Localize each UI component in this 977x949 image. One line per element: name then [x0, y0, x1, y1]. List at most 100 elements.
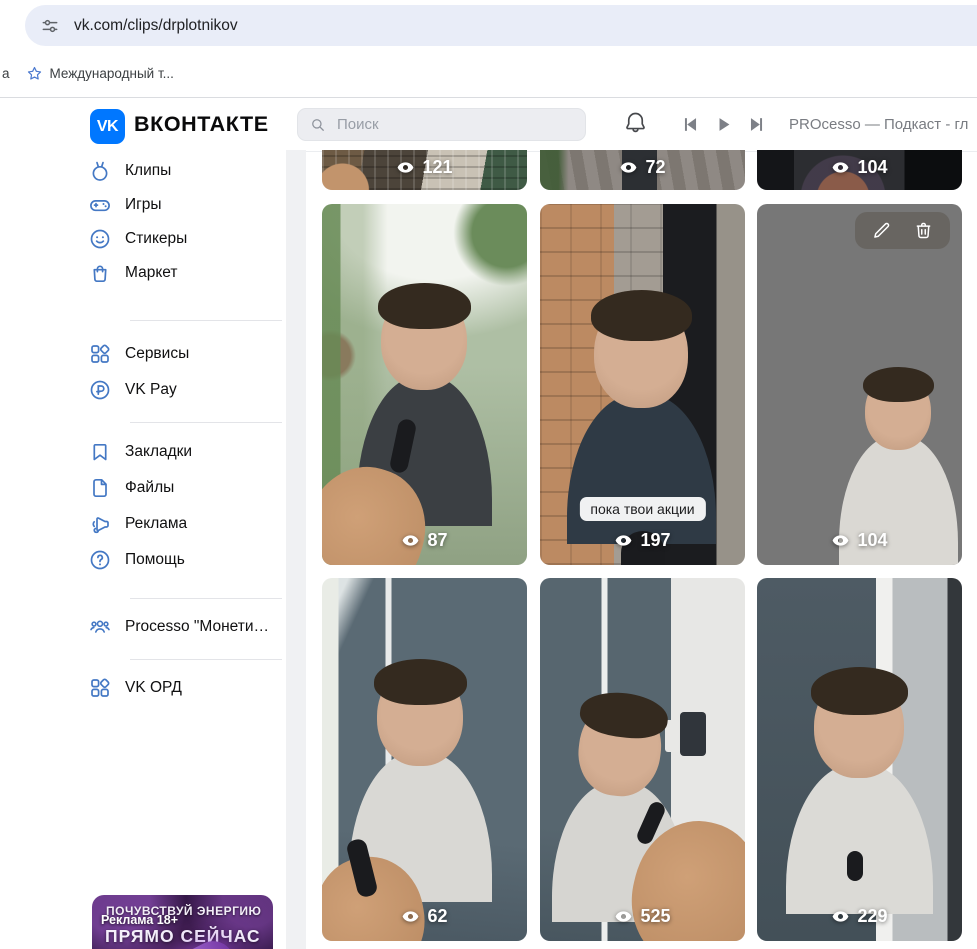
view-count: 87 [322, 530, 527, 551]
market-icon [88, 261, 112, 285]
view-count: 62 [322, 906, 527, 927]
clip-card[interactable]: 104 [757, 150, 962, 190]
stickers-icon [88, 227, 112, 251]
eye-icon [831, 158, 850, 177]
person-head [573, 695, 666, 800]
files-icon [88, 476, 112, 500]
clip-card[interactable]: 229 [757, 578, 962, 941]
browser-address-row: vk.com/clips/drplotnikov [0, 0, 977, 50]
sidebar-divider [130, 320, 282, 321]
sidebar-item-label: Клипы [125, 162, 171, 180]
view-count-value: 62 [427, 906, 447, 927]
sidebar-item-market[interactable]: Маркет [88, 256, 286, 290]
lavalier-mic-graphic [847, 851, 863, 881]
view-count: 104 [757, 530, 962, 551]
vkpay-icon [88, 378, 112, 402]
search-input[interactable] [335, 115, 559, 134]
play-icon[interactable] [714, 115, 733, 134]
community-icon [88, 615, 112, 639]
search-field[interactable] [297, 108, 586, 141]
sidebar-divider [130, 659, 282, 660]
sidebar-item-label: Игры [125, 196, 162, 214]
now-playing-title[interactable]: PROcesso — Подкаст - гл [789, 116, 968, 133]
sidebar-item-label: Реклама [125, 515, 187, 533]
clip-card[interactable]: 87 [322, 204, 527, 565]
sidebar-divider [130, 598, 282, 599]
ads-icon [88, 512, 112, 536]
view-count-value: 229 [857, 906, 887, 927]
view-count: 72 [540, 157, 745, 178]
view-count-value: 104 [857, 157, 887, 178]
person-head [377, 666, 463, 766]
view-count-value: 72 [645, 157, 665, 178]
sidebar-item-label: Закладки [125, 443, 192, 461]
view-count: 104 [757, 157, 962, 178]
eye-icon [619, 158, 638, 177]
sidebar-item-games[interactable]: Игры [88, 188, 286, 222]
sidebar-divider [130, 422, 282, 423]
eye-icon [401, 907, 420, 926]
view-count-value: 104 [857, 530, 887, 551]
sidebar-item-bookmarks[interactable]: Закладки [88, 434, 286, 470]
next-track-icon[interactable] [747, 115, 766, 134]
sidebar-item-services[interactable]: Сервисы [88, 336, 286, 372]
edit-icon[interactable] [871, 220, 892, 241]
ad-tagline-2: ПРЯМО СЕЙЧАС [105, 926, 260, 947]
prev-track-icon[interactable] [681, 115, 700, 134]
clip-card[interactable]: 72 [540, 150, 745, 190]
sidebar-item-label: Маркет [125, 264, 178, 282]
sidebar-nav: Клипы Игры Стикеры [0, 150, 286, 706]
eye-icon [401, 531, 420, 550]
games-icon [88, 193, 112, 217]
person-head [814, 674, 904, 778]
clip-card[interactable]: 62 [322, 578, 527, 941]
clip-card[interactable]: 525 [540, 578, 745, 941]
eye-icon [831, 531, 850, 550]
help-icon [88, 548, 112, 572]
vk-header: VK ВКОНТАКТЕ PROcesso — Подкаст - гл [0, 97, 977, 152]
search-icon [309, 116, 327, 134]
bookmarks-bar: а Международный т... [0, 50, 977, 96]
sidebar-item-stickers[interactable]: Стикеры [88, 222, 286, 256]
clip-card[interactable]: 104 [757, 204, 962, 565]
clip-card[interactable]: 121 [322, 150, 527, 190]
person-torso [567, 394, 717, 544]
sidebar-item-label: Processo "Монети… [125, 618, 269, 636]
vk-brand-wordmark[interactable]: ВКОНТАКТЕ [134, 112, 269, 137]
sidebar-item-clips[interactable]: Клипы [88, 154, 286, 188]
sidebar-item-label: Помощь [125, 551, 185, 569]
clip-caption: пока твои акции [579, 497, 705, 521]
view-count: 525 [540, 906, 745, 927]
sidebar-item-label: Файлы [125, 479, 174, 497]
ad-age-badge: Реклама 18+ [101, 913, 178, 927]
address-bar[interactable]: vk.com/clips/drplotnikov [25, 5, 977, 46]
view-count: 121 [322, 157, 527, 178]
sidebar-item-label: Сервисы [125, 345, 189, 363]
person-head [865, 372, 931, 450]
tune-icon[interactable] [40, 16, 60, 36]
person-head [381, 290, 467, 390]
view-count: 197 [540, 530, 745, 551]
sidebar: Клипы Игры Стикеры [0, 150, 286, 949]
bookmark-partial-label[interactable]: а [2, 66, 10, 81]
sidebar-item-files[interactable]: Файлы [88, 470, 286, 506]
sidebar-item-ads[interactable]: Реклама [88, 506, 286, 542]
vk-logo[interactable]: VK [90, 109, 125, 144]
delete-icon[interactable] [913, 220, 934, 241]
sidebar-item-vk-pay[interactable]: VK Pay [88, 372, 286, 408]
ad-banner[interactable]: ПОЧУВСТВУЙ ЭНЕРГИЮ Реклама 18+ ПРЯМО СЕЙ… [92, 895, 273, 949]
eye-icon [614, 907, 633, 926]
sidebar-item-help[interactable]: Помощь [88, 542, 286, 578]
bell-icon[interactable] [622, 109, 649, 136]
vkord-icon [88, 676, 112, 700]
sidebar-item-vk-ord[interactable]: VK ОРД [88, 670, 286, 706]
eye-icon [831, 907, 850, 926]
view-count-value: 525 [640, 906, 670, 927]
bookmark-item[interactable]: Международный т... [26, 65, 174, 82]
sidebar-item-community[interactable]: Processo "Монети… [88, 609, 286, 645]
view-count-value: 197 [640, 530, 670, 551]
eye-icon [614, 531, 633, 550]
clip-card[interactable]: пока твои акции 197 [540, 204, 745, 565]
sidebar-item-label: Стикеры [125, 230, 187, 248]
sidebar-scrollbar[interactable] [286, 150, 306, 949]
